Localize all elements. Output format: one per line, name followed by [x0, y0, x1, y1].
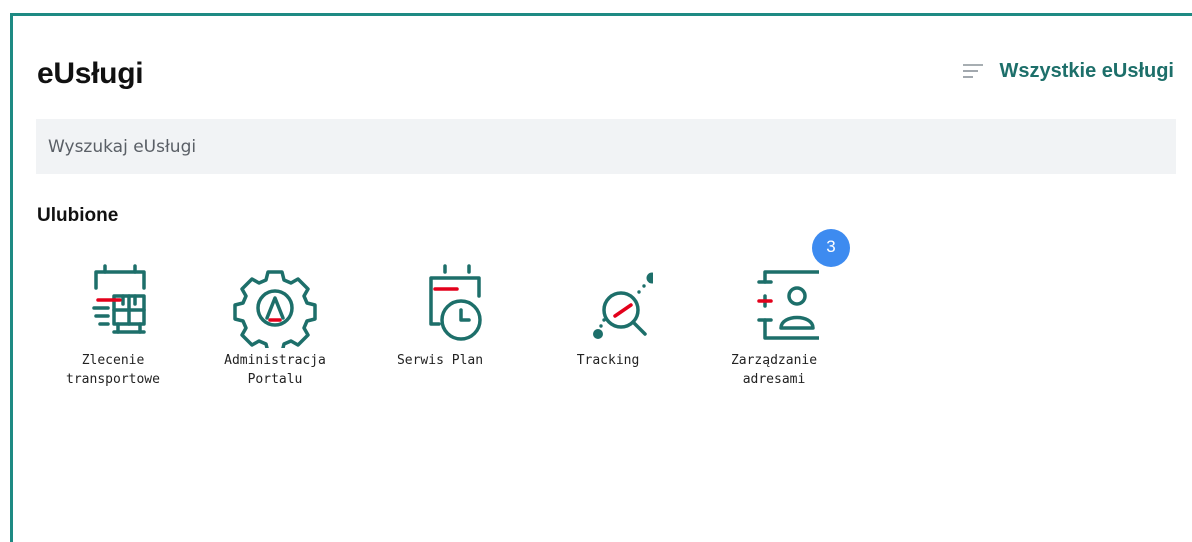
notification-badge: 3: [812, 229, 850, 267]
menu-lines-icon: [963, 64, 984, 78]
tile-transport-order[interactable]: Zlecenie transportowe: [43, 258, 183, 389]
tile-tracking[interactable]: Tracking: [538, 258, 678, 370]
tile-label: Zarządzanie adresami: [730, 353, 818, 387]
tile-label: Zlecenie transportowe: [66, 353, 160, 387]
page-title: eUsługi: [37, 57, 144, 90]
all-services-link[interactable]: Wszystkie eUsługi: [963, 59, 1174, 83]
address-book-icon: [757, 270, 819, 340]
tile-label: Administracja Portalu: [224, 353, 326, 387]
all-services-label: Wszystkie eUsługi: [999, 60, 1174, 82]
search-input[interactable]: [36, 119, 1176, 174]
tile-address-management[interactable]: Zarządzanie adresami: [704, 258, 844, 389]
tile-label: Tracking: [576, 353, 640, 368]
tile-service-plan[interactable]: Serwis Plan: [370, 258, 510, 370]
tile-label: Serwis Plan: [396, 353, 484, 368]
favorites-title: Ulubione: [37, 205, 119, 226]
transport-order-icon: [92, 264, 146, 334]
portal-admin-gear-icon: [233, 270, 317, 348]
calendar-clock-icon: [429, 264, 482, 341]
tracking-magnifier-icon: [593, 272, 653, 339]
tile-portal-admin[interactable]: Administracja Portalu: [205, 258, 345, 389]
